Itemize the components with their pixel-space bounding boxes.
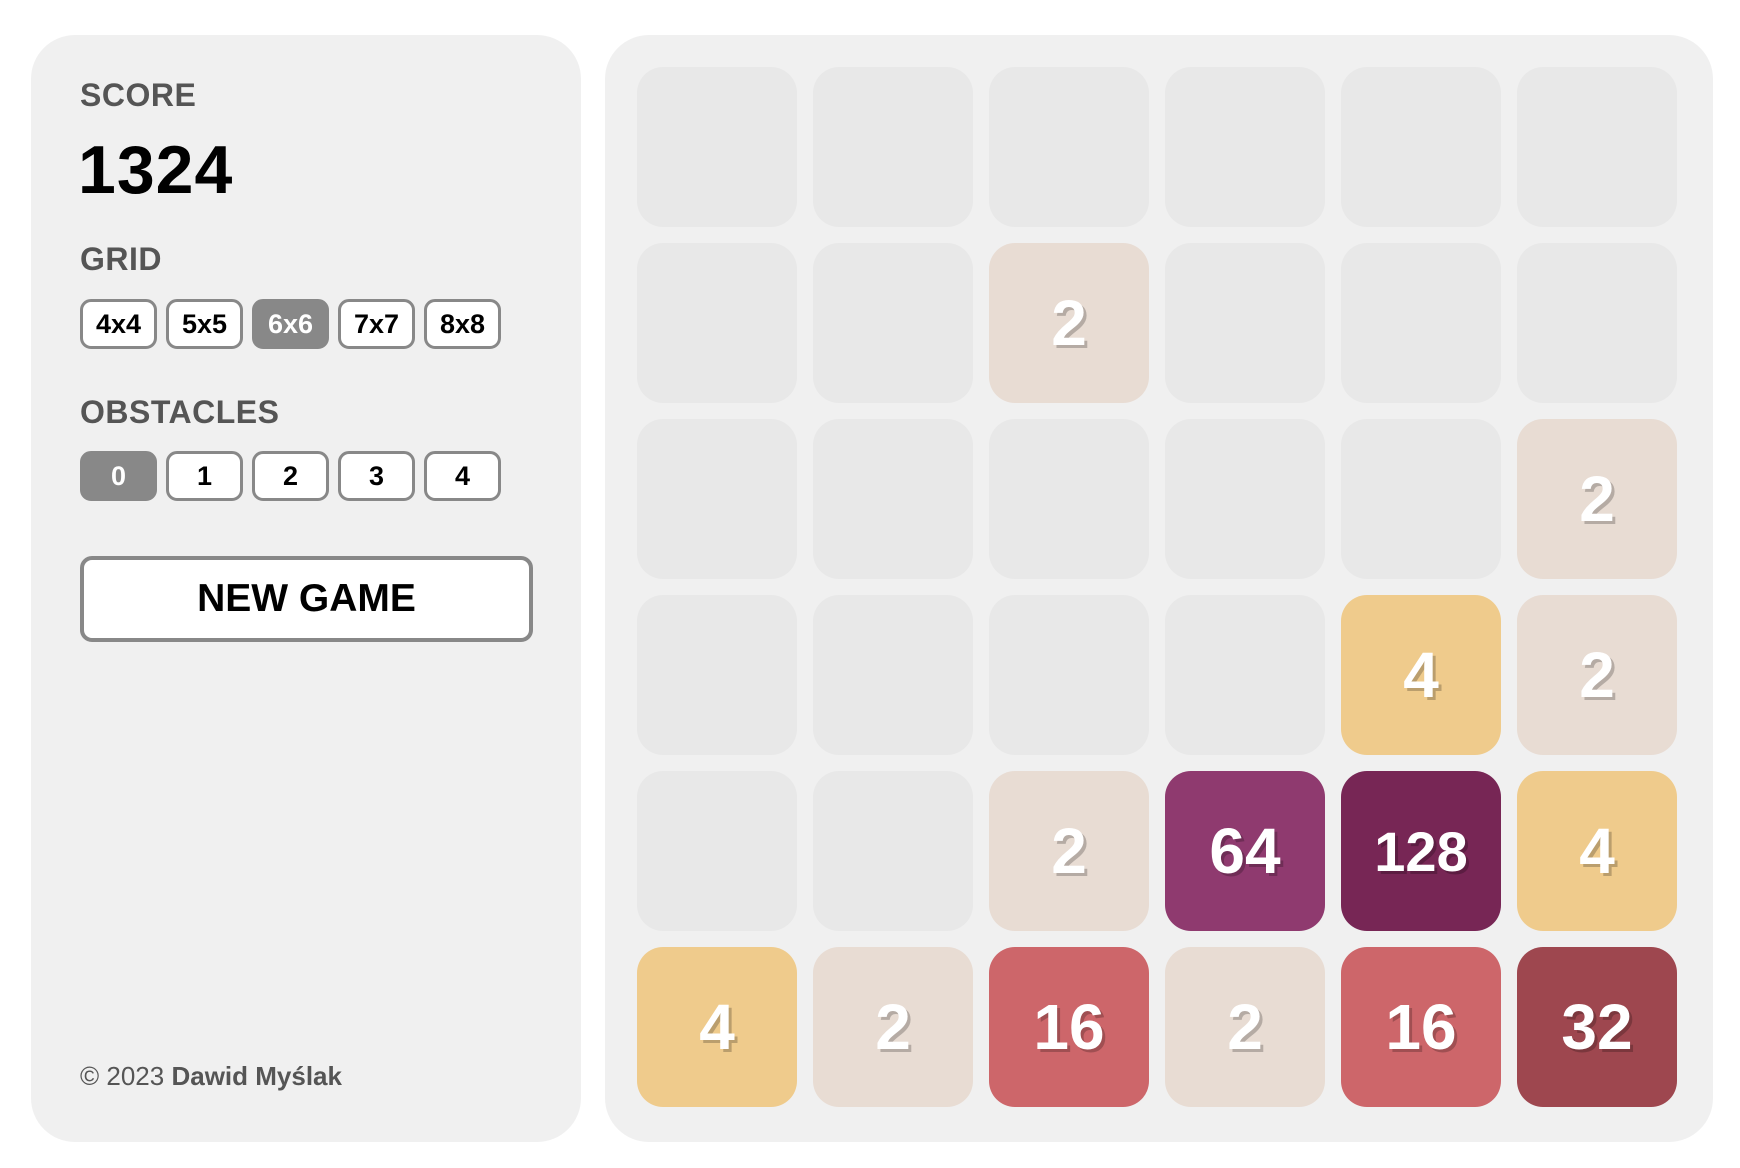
tile-2: 2: [813, 947, 973, 1107]
empty-cell: [989, 595, 1149, 755]
grid-label: GRID: [80, 241, 162, 277]
tile-4: 4: [1341, 595, 1501, 755]
game-board: 2 2 4 2 2 64 128 4 4 2 16 2 16 32: [605, 35, 1713, 1142]
empty-cell: [1165, 419, 1325, 579]
new-game-button[interactable]: NEW GAME: [80, 556, 533, 642]
tile-32: 32: [1517, 947, 1677, 1107]
grid-option-4x4[interactable]: 4x4: [80, 299, 157, 349]
tile-128: 128: [1341, 771, 1501, 931]
empty-cell: [1165, 67, 1325, 227]
tile-4: 4: [1517, 771, 1677, 931]
copyright-text: © 2023: [80, 1061, 172, 1091]
obstacle-option-0[interactable]: 0: [80, 451, 157, 501]
grid-size-options: 4x4 5x5 6x6 7x7 8x8: [80, 299, 501, 349]
empty-cell: [813, 419, 973, 579]
tile-16: 16: [1341, 947, 1501, 1107]
empty-cell: [1341, 67, 1501, 227]
empty-cell: [813, 67, 973, 227]
footer-credit: © 2023 Dawid Myślak: [80, 1061, 342, 1092]
tile-grid: 2 2 4 2 2 64 128 4 4 2 16 2 16 32: [637, 67, 1677, 1107]
obstacle-option-1[interactable]: 1: [166, 451, 243, 501]
empty-cell: [637, 67, 797, 227]
empty-cell: [1517, 243, 1677, 403]
obstacle-option-4[interactable]: 4: [424, 451, 501, 501]
author-name: Dawid Myślak: [171, 1061, 342, 1091]
empty-cell: [637, 419, 797, 579]
empty-cell: [637, 243, 797, 403]
grid-option-7x7[interactable]: 7x7: [338, 299, 415, 349]
obstacle-option-2[interactable]: 2: [252, 451, 329, 501]
obstacle-count-options: 01234: [80, 451, 501, 501]
empty-cell: [1517, 67, 1677, 227]
score-label: SCORE: [80, 77, 197, 113]
score-value: 1324: [78, 132, 234, 208]
tile-2: 2: [1517, 595, 1677, 755]
empty-cell: [813, 595, 973, 755]
obstacles-label: OBSTACLES: [80, 394, 280, 430]
empty-cell: [813, 243, 973, 403]
empty-cell: [989, 419, 1149, 579]
empty-cell: [1165, 595, 1325, 755]
empty-cell: [813, 771, 973, 931]
tile-64: 64: [1165, 771, 1325, 931]
empty-cell: [637, 771, 797, 931]
empty-cell: [1165, 243, 1325, 403]
empty-cell: [989, 67, 1149, 227]
grid-option-8x8[interactable]: 8x8: [424, 299, 501, 349]
grid-option-5x5[interactable]: 5x5: [166, 299, 243, 349]
tile-2: 2: [1165, 947, 1325, 1107]
tile-2: 2: [1517, 419, 1677, 579]
obstacle-option-3[interactable]: 3: [338, 451, 415, 501]
tile-4: 4: [637, 947, 797, 1107]
control-panel: SCORE 1324 GRID 4x4 5x5 6x6 7x7 8x8 OBSTACLE…: [31, 35, 581, 1142]
tile-16: 16: [989, 947, 1149, 1107]
empty-cell: [637, 595, 797, 755]
tile-2: 2: [989, 243, 1149, 403]
tile-2: 2: [989, 771, 1149, 931]
grid-option-6x6[interactable]: 6x6: [252, 299, 329, 349]
empty-cell: [1341, 419, 1501, 579]
empty-cell: [1341, 243, 1501, 403]
